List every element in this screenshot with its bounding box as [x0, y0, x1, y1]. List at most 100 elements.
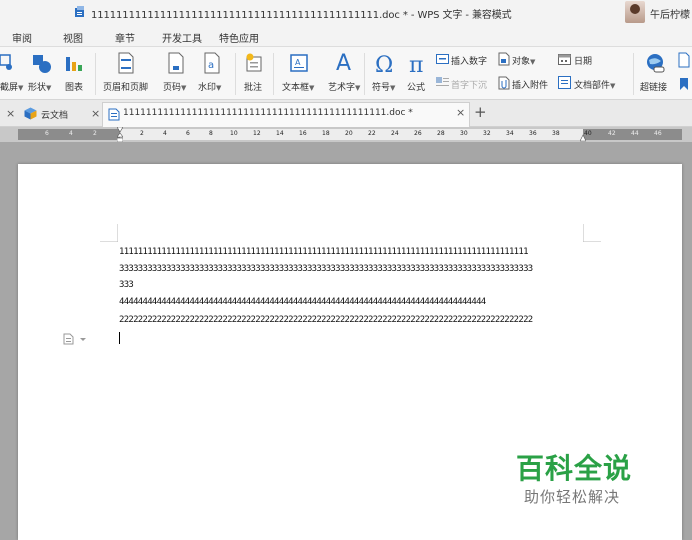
watermark-button[interactable]: 水印▼ [198, 80, 221, 93]
header-footer-button[interactable]: 页眉和页脚 [103, 80, 148, 93]
pi-icon: π [409, 53, 423, 75]
menu-review[interactable]: 审阅 [12, 30, 32, 45]
doc-file-icon [75, 6, 84, 17]
close-tab-icon[interactable]: × [6, 107, 15, 120]
screenshot-button[interactable]: 截屏▼ [0, 80, 23, 93]
svg-text:π: π [409, 53, 423, 75]
dropdown-arrow-icon: ▼ [355, 84, 361, 92]
shape-label: 形状 [28, 83, 47, 93]
ruler-number: 46 [654, 130, 662, 137]
tab-active-document[interactable]: 1111111111111111111111111111111111111111… [102, 102, 470, 127]
horizontal-ruler[interactable]: 6 4 2 2 4 6 8 10 12 14 16 18 20 22 24 26… [0, 127, 692, 142]
paragraph-layout-icon[interactable] [63, 333, 89, 345]
shape-button[interactable]: 形状▼ [28, 80, 51, 93]
object-icon [498, 52, 510, 66]
ribbon-divider [235, 53, 236, 95]
bookmark-doc-icon [678, 52, 690, 68]
indent-marker-left[interactable] [117, 127, 123, 142]
document-line[interactable]: 2222222222222222222222222222222222222222… [119, 315, 533, 325]
ruler-number: 42 [608, 130, 616, 137]
window-title: 1111111111111111111111111111111111111111… [91, 10, 512, 21]
comment-icon [246, 53, 262, 72]
document-line[interactable]: 333 [119, 280, 134, 290]
title-bar: 1111111111111111111111111111111111111111… [0, 0, 692, 25]
doc-file-icon [108, 108, 120, 121]
wordart-button[interactable]: 艺术字▼ [328, 80, 360, 93]
page-number-button[interactable]: 页码▼ [163, 80, 186, 93]
insert-number-button[interactable]: 插入数字 [451, 54, 487, 67]
attachment-icon [498, 76, 510, 90]
ruler-number: 20 [345, 130, 353, 137]
menu-bar: 审阅 视图 章节 开发工具 特色应用 [0, 25, 692, 47]
doc-parts-button[interactable]: 文档部件▼ [574, 78, 615, 91]
object-label: 对象 [512, 57, 531, 67]
menu-developer[interactable]: 开发工具 [162, 30, 202, 45]
document-line[interactable]: 4444444444444444444444444444444444444444… [119, 297, 486, 307]
dropdown-arrow-icon: ▼ [530, 58, 536, 66]
textbox-button[interactable]: 文本框▼ [282, 80, 314, 93]
textbox-label: 文本框 [282, 83, 310, 93]
hyperlink-globe-icon [647, 54, 665, 73]
ruler-number: 34 [506, 130, 514, 137]
user-avatar[interactable] [625, 1, 645, 23]
ribbon-divider [633, 53, 634, 95]
ruler-number: 36 [529, 130, 537, 137]
ruler-number: 44 [631, 130, 639, 137]
dropdown-arrow-icon: ▼ [610, 82, 616, 90]
attachment-button[interactable]: 插入附件 [512, 78, 548, 91]
ruler-number: 16 [299, 130, 307, 137]
close-tab-icon[interactable]: × [456, 106, 465, 119]
indent-marker-right[interactable] [580, 127, 586, 142]
omega-icon: Ω [375, 53, 393, 75]
ribbon-divider [95, 53, 96, 95]
chart-button[interactable]: 图表 [65, 80, 83, 93]
bookmark-icon[interactable] [679, 78, 689, 90]
page-number-icon [168, 52, 184, 74]
drop-cap-button[interactable]: 首字下沉 [451, 78, 487, 91]
date-button[interactable]: 日期 [574, 54, 592, 67]
symbol-button[interactable]: 符号▼ [372, 80, 395, 93]
document-line[interactable]: 3333333333333333333333333333333333333333… [119, 264, 533, 274]
wordart-icon: A [336, 51, 351, 74]
comment-button[interactable]: 批注 [244, 80, 262, 93]
document-line[interactable]: 1111111111111111111111111111111111111111… [119, 247, 529, 257]
document-tab-bar: × 云文档 × 11111111111111111111111111111111… [0, 100, 692, 127]
tab-document-label: 1111111111111111111111111111111111111111… [123, 108, 413, 118]
ruler-number: 24 [391, 130, 399, 137]
svg-text:A: A [336, 51, 351, 74]
dropdown-arrow-icon: ▼ [216, 84, 222, 92]
ruler-number: 32 [483, 130, 491, 137]
watermark-title: 百科全说 [516, 452, 633, 485]
ruler-number: 14 [276, 130, 284, 137]
svg-text:Ω: Ω [375, 53, 393, 75]
dropdown-arrow-icon: ▼ [309, 84, 315, 92]
ruler-number: 22 [368, 130, 376, 137]
ruler-number: 2 [93, 130, 97, 137]
tab-cloud-docs[interactable]: 云文档 [41, 108, 68, 121]
menu-special[interactable]: 特色应用 [219, 30, 259, 45]
dropdown-arrow-icon: ▼ [18, 84, 24, 92]
user-name[interactable]: 午后柠檬 [650, 6, 690, 21]
ruler-number: 18 [322, 130, 330, 137]
menu-view[interactable]: 视图 [63, 30, 83, 45]
ribbon-divider [273, 53, 274, 95]
hyperlink-button[interactable]: 超链接 [640, 80, 667, 93]
ruler-number: 6 [186, 130, 190, 137]
close-tab-icon[interactable]: × [91, 107, 100, 120]
object-button[interactable]: 对象▼ [512, 54, 535, 67]
svg-text:A: A [295, 58, 301, 67]
formula-button[interactable]: 公式 [407, 80, 425, 93]
ribbon-toolbar: 截屏▼ 形状▼ 图表 页眉和页脚 页码▼ a 水印▼ 批注 A 文本框▼ A 艺… [0, 47, 692, 100]
text-cursor [119, 332, 120, 344]
menu-chapter[interactable]: 章节 [115, 30, 135, 45]
cloud-docs-icon [24, 107, 37, 120]
watermark-label: 水印 [198, 83, 217, 93]
symbol-label: 符号 [372, 83, 391, 93]
ruler-number: 12 [253, 130, 261, 137]
ruler-number: 8 [209, 130, 213, 137]
new-tab-icon[interactable]: + [474, 103, 487, 121]
dropdown-arrow-icon: ▼ [390, 84, 396, 92]
doc-parts-icon [558, 76, 571, 89]
dropdown-arrow-icon: ▼ [46, 84, 52, 92]
calendar-icon [558, 54, 571, 65]
